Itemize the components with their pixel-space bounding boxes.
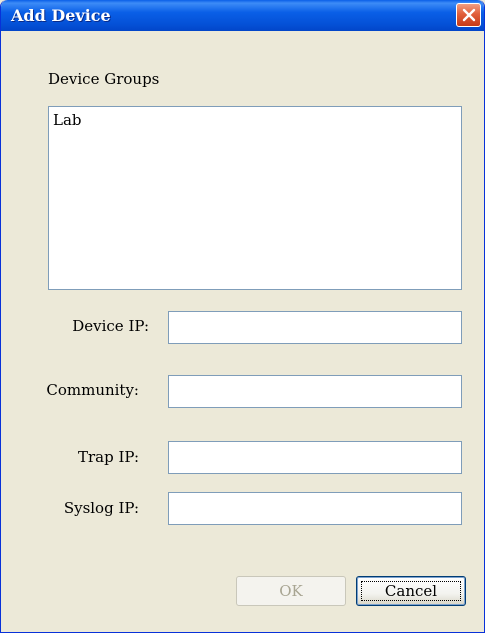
ok-button-label: OK bbox=[279, 582, 303, 600]
device-groups-list[interactable]: Lab bbox=[48, 106, 462, 290]
add-device-dialog: Add Device Device Groups Lab Device IP: … bbox=[0, 0, 485, 633]
focus-rect bbox=[361, 581, 461, 601]
window-title: Add Device bbox=[11, 6, 111, 25]
ok-button[interactable]: OK bbox=[236, 576, 346, 606]
cancel-button[interactable]: Cancel bbox=[356, 576, 466, 606]
device-ip-field[interactable] bbox=[168, 311, 462, 344]
close-button[interactable] bbox=[456, 3, 481, 27]
close-icon bbox=[462, 8, 476, 22]
trap-ip-label: Trap IP: bbox=[77, 448, 139, 466]
list-item[interactable]: Lab bbox=[53, 111, 82, 129]
device-ip-label: Device IP: bbox=[72, 317, 149, 335]
syslog-ip-label: Syslog IP: bbox=[63, 499, 139, 517]
trap-ip-field[interactable] bbox=[168, 441, 462, 474]
community-field[interactable] bbox=[168, 375, 462, 408]
syslog-ip-field[interactable] bbox=[168, 492, 462, 525]
community-label: Community: bbox=[46, 381, 139, 399]
device-groups-label: Device Groups bbox=[48, 70, 160, 88]
title-bar[interactable]: Add Device bbox=[1, 0, 484, 31]
